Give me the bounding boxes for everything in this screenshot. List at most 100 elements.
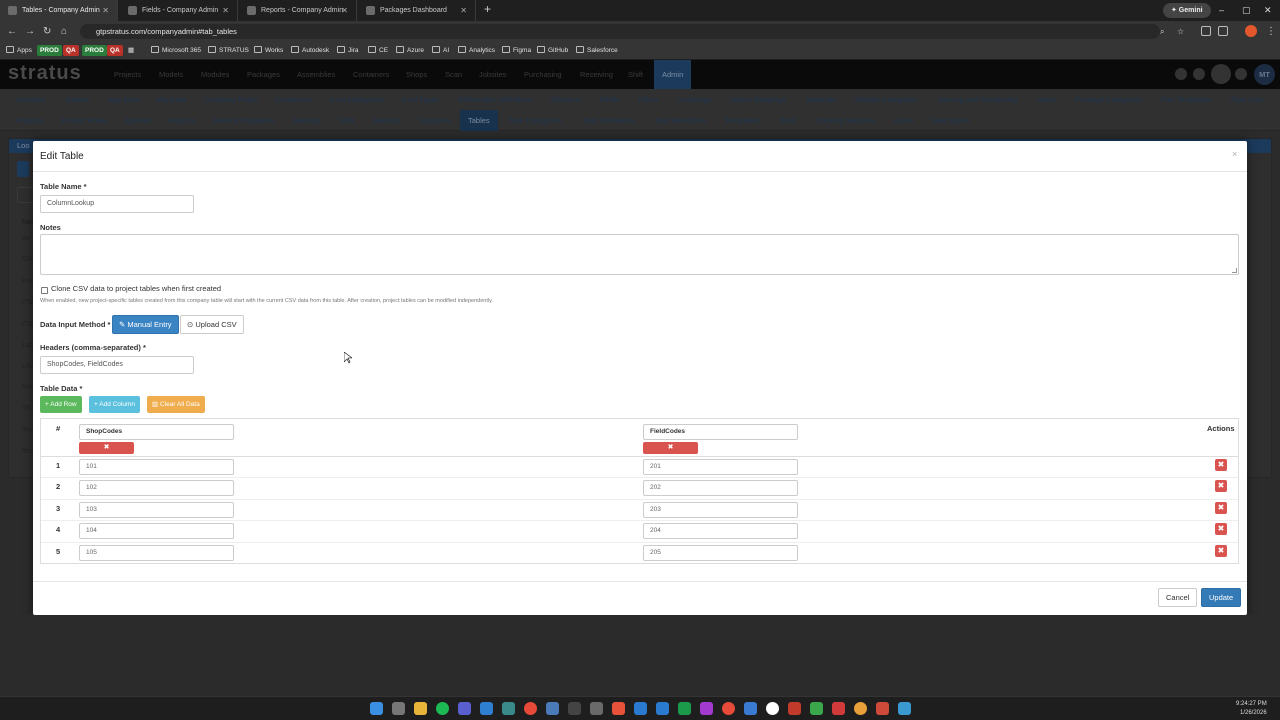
subnav-activities[interactable]: Activities xyxy=(16,89,46,110)
table-list-item[interactable]: Col xyxy=(22,256,33,263)
table-cell-input[interactable]: 202 xyxy=(643,480,798,496)
bookmark-jira[interactable]: Jira xyxy=(337,42,358,59)
stratus-logo[interactable]: stratus xyxy=(8,62,82,85)
nav-models[interactable]: Models xyxy=(159,60,183,89)
close-tab-icon[interactable]: ✕ xyxy=(222,0,229,21)
nav-admin[interactable]: Admin xyxy=(654,60,692,89)
bookmark-microsoft-365[interactable]: Microsoft 365 xyxy=(151,42,201,59)
extensions-icon[interactable] xyxy=(1201,26,1211,36)
subnav-task-categories[interactable]: Task Categories xyxy=(508,110,562,131)
app-icon[interactable] xyxy=(832,702,845,715)
subnav-tools[interactable]: Tools xyxy=(779,110,797,131)
subnav-groupings[interactable]: Groupings xyxy=(677,89,712,110)
table-cell-input[interactable]: 102 xyxy=(79,480,234,496)
profile-icon[interactable] xyxy=(1245,25,1257,37)
teams-icon[interactable] xyxy=(458,702,471,715)
subnav-task-workflows[interactable]: Task Workflows xyxy=(654,110,706,131)
excel-icon[interactable] xyxy=(678,702,691,715)
clone-csv-checkbox[interactable] xyxy=(41,287,48,294)
browser-tab[interactable]: Reports - Company Admin ✕ xyxy=(239,0,357,21)
subnav-users[interactable]: Users xyxy=(894,110,914,131)
bookmark-grid-icon[interactable]: ▦ xyxy=(128,42,134,59)
reload-icon[interactable]: ↻ xyxy=(43,21,51,42)
browser-tab[interactable]: Tables - Company Admin ✕ xyxy=(0,0,118,21)
nav-shift[interactable]: Shift xyxy=(628,60,643,89)
task-view-icon[interactable] xyxy=(392,702,405,715)
app-icon[interactable] xyxy=(656,702,669,715)
app-icon[interactable] xyxy=(898,702,911,715)
bookmark-salesforce[interactable]: Salesforce xyxy=(576,42,618,59)
update-button[interactable]: Update xyxy=(1201,588,1242,607)
subnav-queries[interactable]: Queries xyxy=(125,110,151,131)
subnav-naming-and-numbering[interactable]: Naming and Numbering xyxy=(938,89,1017,110)
subnav-tracking-statuses[interactable]: Tracking Statuses xyxy=(815,110,875,131)
nav-receiving[interactable]: Receiving xyxy=(580,60,613,89)
subnav-part-templates[interactable]: Part Templates xyxy=(1161,89,1211,110)
subnav-containers[interactable]: Containers xyxy=(275,89,311,110)
new-tab-button[interactable]: + xyxy=(484,2,491,16)
help-icon[interactable] xyxy=(1193,68,1205,80)
subnav-company-roles[interactable]: Company Roles xyxy=(204,89,257,110)
subnav-reports[interactable]: Reports xyxy=(169,110,195,131)
table-cell-input[interactable]: 201 xyxy=(643,459,798,475)
nav-packages[interactable]: Packages xyxy=(247,60,280,89)
app-icon[interactable] xyxy=(612,702,625,715)
bookmark-qa[interactable]: QA xyxy=(63,45,79,56)
home-icon[interactable]: ⌂ xyxy=(61,21,67,42)
app-icon[interactable] xyxy=(810,702,823,715)
subnav-big-data[interactable]: Big Data xyxy=(157,89,186,110)
subnav-pipe-cuts[interactable]: Pipe Cuts xyxy=(1231,89,1264,110)
subnav-suppliers[interactable]: Suppliers xyxy=(419,110,450,131)
subnav-settings[interactable]: Settings xyxy=(293,110,320,131)
file-explorer-icon[interactable] xyxy=(414,702,427,715)
table-cell-input[interactable]: 104 xyxy=(79,523,234,539)
nav-scan[interactable]: Scan xyxy=(445,60,462,89)
close-tab-icon[interactable]: ✕ xyxy=(460,0,467,21)
column-header-input[interactable]: ShopCodes xyxy=(79,424,234,440)
bookmark-figma[interactable]: Figma xyxy=(502,42,531,59)
delete-column-button[interactable]: ✖ xyxy=(643,442,698,454)
sync-icon[interactable] xyxy=(1211,64,1231,84)
subnav-module-categories[interactable]: Module Categories xyxy=(855,89,918,110)
subnav-task-definitions[interactable]: Task Definitions xyxy=(582,110,635,131)
subnav-service-templates[interactable]: Service Templates xyxy=(213,110,274,131)
app-icon[interactable] xyxy=(744,702,757,715)
bookmark-ai[interactable]: AI xyxy=(432,42,449,59)
column-header-input[interactable]: FieldCodes xyxy=(643,424,798,440)
bookmark-prod[interactable]: PROD xyxy=(82,45,107,56)
chrome-icon[interactable] xyxy=(854,702,867,715)
table-list-item[interactable]: Lab xyxy=(22,342,34,349)
table-list-item[interactable]: Ser xyxy=(22,384,33,391)
subnav-filters[interactable]: Filters xyxy=(638,89,658,110)
zoom-icon[interactable]: ⌕ xyxy=(1160,21,1164,42)
resize-handle-icon[interactable] xyxy=(1232,268,1237,273)
subnav-materials[interactable]: Materials xyxy=(806,89,836,110)
bookmark-star-icon[interactable]: ☆ xyxy=(1177,21,1184,42)
nav-shops[interactable]: Shops xyxy=(406,60,427,89)
subnav-aliases[interactable]: Aliases xyxy=(65,89,89,110)
bookmark-analytics[interactable]: Analytics xyxy=(458,42,495,59)
browser-tab[interactable]: Packages Dashboard ✕ xyxy=(358,0,476,21)
nav-projects[interactable]: Projects xyxy=(114,60,141,89)
close-tab-icon[interactable]: ✕ xyxy=(341,0,348,21)
app-icon[interactable] xyxy=(502,702,515,715)
system-clock[interactable]: 9:24:27 PM 1/26/2026 xyxy=(1236,700,1267,718)
app-icon[interactable] xyxy=(722,702,735,715)
bookmark-apps[interactable]: Apps xyxy=(6,42,32,59)
nav-jobsites[interactable]: Jobsites xyxy=(479,60,507,89)
manual-entry-button[interactable]: ✎ Manual Entry xyxy=(112,315,179,334)
back-icon[interactable]: ← xyxy=(7,21,17,42)
bookmark-prod[interactable]: PROD xyxy=(37,45,62,56)
spotify-icon[interactable] xyxy=(436,702,449,715)
subnav-tables[interactable]: Tables xyxy=(460,110,498,131)
gemini-button[interactable]: ✦ Gemini xyxy=(1163,3,1211,18)
close-tab-icon[interactable]: ✕ xyxy=(102,0,109,21)
subnav-stations[interactable]: Stations xyxy=(373,110,400,131)
nav-containers[interactable]: Containers xyxy=(353,60,389,89)
chat-icon[interactable] xyxy=(1175,68,1187,80)
cancel-button[interactable]: Cancel xyxy=(1158,588,1198,607)
table-list-item[interactable]: Tes xyxy=(22,427,33,434)
table-cell-input[interactable]: 105 xyxy=(79,545,234,561)
bookmark-stratus[interactable]: STRATUS xyxy=(208,42,249,59)
app-icon[interactable] xyxy=(766,702,779,715)
